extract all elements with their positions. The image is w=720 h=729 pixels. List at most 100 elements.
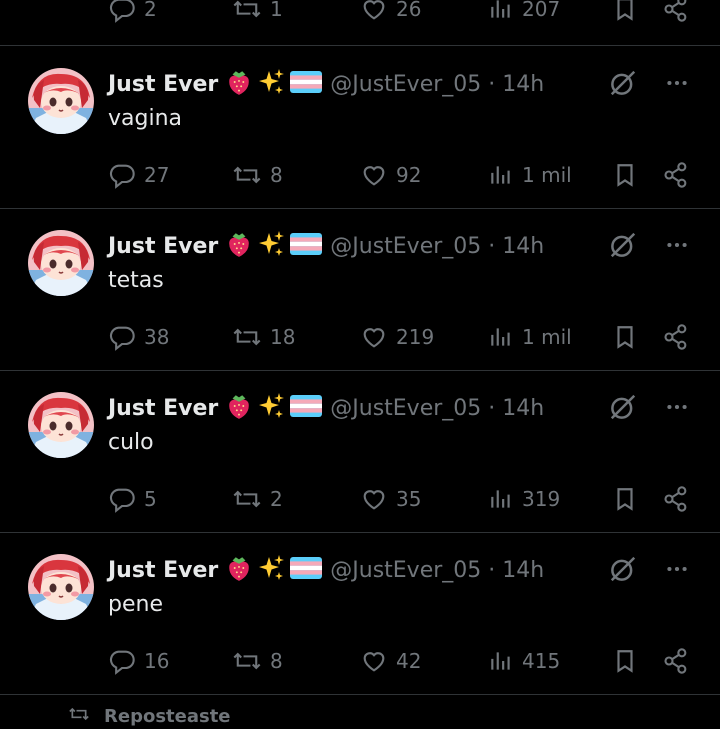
views-button[interactable]: 207	[488, 0, 560, 26]
sparkles-emoji	[256, 391, 286, 425]
reply-icon	[108, 647, 136, 675]
bookmark-button[interactable]	[612, 644, 638, 678]
display-name[interactable]: Just Ever	[108, 396, 218, 421]
more-icon[interactable]	[664, 232, 690, 262]
bookmark-icon	[612, 161, 638, 189]
tweet-text: vagina	[108, 106, 183, 131]
repost-count: 1	[270, 0, 283, 21]
more-icon[interactable]	[664, 394, 690, 424]
share-button[interactable]	[662, 644, 690, 678]
bookmark-button[interactable]	[612, 482, 638, 516]
sparkles-emoji	[256, 553, 286, 587]
strawberry-emoji	[226, 68, 252, 100]
tweet-actions: 16 8 42 415	[108, 644, 692, 678]
views-button[interactable]: 415	[488, 644, 560, 678]
grok-icon[interactable]	[608, 392, 638, 426]
tweet-header: Just Ever @JustEver_05 · 14h	[108, 66, 544, 102]
display-name[interactable]: Just Ever	[108, 234, 218, 259]
views-icon	[488, 648, 514, 674]
like-button[interactable]: 219	[360, 320, 434, 354]
views-icon	[488, 324, 514, 350]
share-icon	[662, 0, 690, 23]
handle-and-time[interactable]: @JustEver_05 · 14h	[330, 396, 544, 421]
reposted-label: Reposteaste	[104, 706, 231, 727]
views-count: 415	[522, 649, 561, 673]
reply-button[interactable]: 38	[108, 320, 169, 354]
display-name[interactable]: Just Ever	[108, 72, 218, 97]
more-icon[interactable]	[664, 556, 690, 586]
reply-button[interactable]: 27	[108, 158, 169, 192]
more-icon[interactable]	[664, 70, 690, 100]
trans-flag-emoji	[290, 557, 323, 583]
repost-button[interactable]: 18	[232, 320, 295, 354]
share-button[interactable]	[662, 482, 690, 516]
like-icon	[360, 647, 388, 675]
like-icon	[360, 161, 388, 189]
reply-icon	[108, 485, 136, 513]
views-button[interactable]: 1 mil	[488, 158, 572, 192]
repost-count: 8	[270, 163, 283, 187]
sparkles-emoji	[256, 229, 286, 263]
repost-button[interactable]: 2	[232, 482, 283, 516]
share-icon	[662, 323, 690, 351]
views-button[interactable]: 1 mil	[488, 320, 572, 354]
tweet-text: pene	[108, 592, 163, 617]
views-count: 1 mil	[522, 325, 572, 349]
reply-button[interactable]: 2	[108, 0, 157, 26]
bookmark-icon	[612, 647, 638, 675]
views-icon	[488, 486, 514, 512]
like-button[interactable]: 35	[360, 482, 421, 516]
share-button[interactable]	[662, 0, 690, 26]
handle-and-time[interactable]: @JustEver_05 · 14h	[330, 558, 544, 583]
handle-and-time[interactable]: @JustEver_05 · 14h	[330, 72, 544, 97]
tweet[interactable]: Just Ever @JustEver_05 · 14h vagina 27 8	[0, 46, 720, 207]
repost-icon	[232, 323, 262, 351]
avatar[interactable]	[28, 554, 94, 620]
repost-button[interactable]: 8	[232, 644, 283, 678]
bookmark-button[interactable]	[612, 0, 638, 26]
tweet[interactable]: Just Ever @JustEver_05 · 14h pene 16 8 4…	[0, 532, 720, 693]
share-button[interactable]	[662, 320, 690, 354]
like-icon	[360, 0, 388, 23]
grok-icon[interactable]	[608, 68, 638, 102]
repost-icon	[232, 485, 262, 513]
tweet-header: Just Ever @JustEver_05 · 14h	[108, 228, 544, 264]
like-count: 219	[396, 325, 435, 349]
views-icon	[488, 0, 514, 22]
avatar[interactable]	[28, 392, 94, 458]
tweet-actions: 5 2 35 319	[108, 482, 692, 516]
avatar[interactable]	[28, 68, 94, 134]
grok-icon[interactable]	[608, 230, 638, 264]
tweet-actions: 27 8 92 1 mil	[108, 158, 692, 192]
share-button[interactable]	[662, 158, 690, 192]
tweet-text: culo	[108, 430, 154, 455]
repost-button[interactable]: 1	[232, 0, 283, 26]
sparkles-emoji	[256, 67, 286, 101]
reply-icon	[108, 323, 136, 351]
name-emojis	[226, 391, 323, 425]
like-button[interactable]: 92	[360, 158, 421, 192]
tweet[interactable]: Just Ever @JustEver_05 · 14h culo 5 2 35…	[0, 370, 720, 531]
repost-icon	[232, 647, 262, 675]
like-button[interactable]: 42	[360, 644, 421, 678]
display-name[interactable]: Just Ever	[108, 558, 218, 583]
strawberry-emoji	[226, 230, 252, 262]
reply-button[interactable]: 5	[108, 482, 157, 516]
tweet[interactable]: Just Ever @JustEver_05 · 14h tetas 38 18	[0, 208, 720, 369]
repost-count: 8	[270, 649, 283, 673]
grok-icon[interactable]	[608, 554, 638, 588]
repost-button[interactable]: 8	[232, 158, 283, 192]
bookmark-button[interactable]	[612, 320, 638, 354]
handle-and-time[interactable]: @JustEver_05 · 14h	[330, 234, 544, 259]
like-icon	[360, 485, 388, 513]
name-emojis	[226, 553, 323, 587]
views-button[interactable]: 319	[488, 482, 560, 516]
repost-icon	[232, 161, 262, 189]
avatar[interactable]	[28, 230, 94, 296]
bookmark-icon	[612, 323, 638, 351]
reply-button[interactable]: 16	[108, 644, 169, 678]
like-button[interactable]: 26	[360, 0, 421, 26]
bookmark-button[interactable]	[612, 158, 638, 192]
divider	[0, 694, 720, 695]
tweet-header: Just Ever @JustEver_05 · 14h	[108, 390, 544, 426]
